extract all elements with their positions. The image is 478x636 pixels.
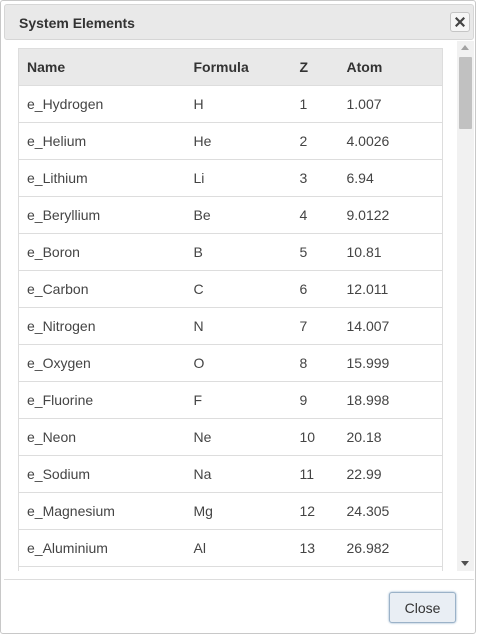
- cell-formula: Na: [193, 455, 300, 493]
- cell-formula: [193, 566, 300, 571]
- table-row[interactable]: e_Neon Ne 10 20.18: [18, 418, 443, 456]
- cell-name: e_Carbon: [18, 270, 194, 308]
- table-row[interactable]: e_Aluminium Al 13 26.982: [18, 529, 443, 567]
- table-row[interactable]: e_Sodium Na 11 22.99: [18, 455, 443, 493]
- cell-formula: F: [193, 381, 300, 419]
- cell-z: 9: [299, 381, 347, 419]
- title-close-button[interactable]: [450, 12, 470, 32]
- cell-z: 12: [299, 492, 347, 530]
- table-row[interactable]: e_Magnesium Mg 12 24.305: [18, 492, 443, 530]
- cell-atom: 4.0026: [346, 122, 443, 160]
- cell-z: [299, 566, 347, 571]
- table-row[interactable]: e_Nitrogen N 7 14.007: [18, 307, 443, 345]
- cell-atom: 10.81: [346, 233, 443, 271]
- cell-formula: N: [193, 307, 300, 345]
- column-header-formula[interactable]: Formula: [193, 48, 300, 86]
- cell-formula: Mg: [193, 492, 300, 530]
- cell-z: 10: [299, 418, 347, 456]
- cell-z: 5: [299, 233, 347, 271]
- cell-name: e_Beryllium: [18, 196, 194, 234]
- table-row[interactable]: e_Fluorine F 9 18.998: [18, 381, 443, 419]
- scroll-down-arrow-icon[interactable]: [461, 561, 469, 566]
- cell-atom: 12.011: [346, 270, 443, 308]
- cell-name: e_Fluorine: [18, 381, 194, 419]
- cell-z: 3: [299, 159, 347, 197]
- cell-z: 8: [299, 344, 347, 382]
- cell-name: e_Magnesium: [18, 492, 194, 530]
- cell-z: 4: [299, 196, 347, 234]
- cell-z: 6: [299, 270, 347, 308]
- cell-atom: 24.305: [346, 492, 443, 530]
- cell-name: e_Neon: [18, 418, 194, 456]
- cell-formula: Ne: [193, 418, 300, 456]
- elements-table: Name Formula Z Atom e_Hydrogen H 1 1.007 e_H…: [18, 48, 443, 571]
- cell-atom: 14.007: [346, 307, 443, 345]
- cell-name: e_Lithium: [18, 159, 194, 197]
- cell-name: e_Helium: [18, 122, 194, 160]
- dialog-title: System Elements: [19, 15, 135, 31]
- cell-atom: 15.999: [346, 344, 443, 382]
- cell-z: 11: [299, 455, 347, 493]
- cell-name: e_Aluminium: [18, 529, 194, 567]
- cell-formula: He: [193, 122, 300, 160]
- cell-atom: 6.94: [346, 159, 443, 197]
- close-button[interactable]: Close: [389, 592, 456, 623]
- cell-name: e_Hydrogen: [18, 85, 194, 123]
- cell-z: 1: [299, 85, 347, 123]
- cell-formula: Li: [193, 159, 300, 197]
- dialog-content: Name Formula Z Atom e_Hydrogen H 1 1.007 e_H…: [4, 41, 475, 571]
- table-body: e_Hydrogen H 1 1.007 e_Helium He 2 4.0026 e_Lith…: [18, 85, 443, 571]
- table-row[interactable]: e_Oxygen O 8 15.999: [18, 344, 443, 382]
- system-elements-dialog: System Elements Name Formula Z Atom e_Hy…: [0, 0, 476, 634]
- cell-name: [18, 566, 194, 571]
- cell-z: 13: [299, 529, 347, 567]
- scroll-up-arrow-icon[interactable]: [461, 45, 469, 50]
- cell-atom: 22.99: [346, 455, 443, 493]
- table-header-row: Name Formula Z Atom: [18, 48, 443, 86]
- cell-atom: 9.0122: [346, 196, 443, 234]
- cell-name: e_Boron: [18, 233, 194, 271]
- table-row[interactable]: e_Lithium Li 3 6.94: [18, 159, 443, 197]
- footer-divider: [4, 579, 474, 580]
- close-icon: [455, 17, 465, 27]
- scrollbar-thumb[interactable]: [459, 57, 472, 129]
- cell-name: e_Nitrogen: [18, 307, 194, 345]
- cell-formula: Be: [193, 196, 300, 234]
- table-row[interactable]: [18, 566, 443, 571]
- column-header-z[interactable]: Z: [299, 48, 347, 86]
- cell-formula: C: [193, 270, 300, 308]
- table-row[interactable]: e_Carbon C 6 12.011: [18, 270, 443, 308]
- table-row[interactable]: e_Boron B 5 10.81: [18, 233, 443, 271]
- cell-atom: 26.982: [346, 529, 443, 567]
- cell-name: e_Oxygen: [18, 344, 194, 382]
- table-row[interactable]: e_Beryllium Be 4 9.0122: [18, 196, 443, 234]
- cell-formula: H: [193, 85, 300, 123]
- dialog-titlebar[interactable]: System Elements: [4, 4, 474, 40]
- column-header-atom[interactable]: Atom: [346, 48, 443, 86]
- cell-formula: Al: [193, 529, 300, 567]
- vertical-scrollbar[interactable]: [457, 41, 474, 571]
- table-row[interactable]: e_Hydrogen H 1 1.007: [18, 85, 443, 123]
- cell-atom: 1.007: [346, 85, 443, 123]
- cell-formula: B: [193, 233, 300, 271]
- cell-z: 2: [299, 122, 347, 160]
- cell-formula: O: [193, 344, 300, 382]
- column-header-name[interactable]: Name: [18, 48, 194, 86]
- cell-z: 7: [299, 307, 347, 345]
- cell-name: e_Sodium: [18, 455, 194, 493]
- cell-atom: 18.998: [346, 381, 443, 419]
- cell-atom: 20.18: [346, 418, 443, 456]
- table-row[interactable]: e_Helium He 2 4.0026: [18, 122, 443, 160]
- cell-atom: [346, 566, 443, 571]
